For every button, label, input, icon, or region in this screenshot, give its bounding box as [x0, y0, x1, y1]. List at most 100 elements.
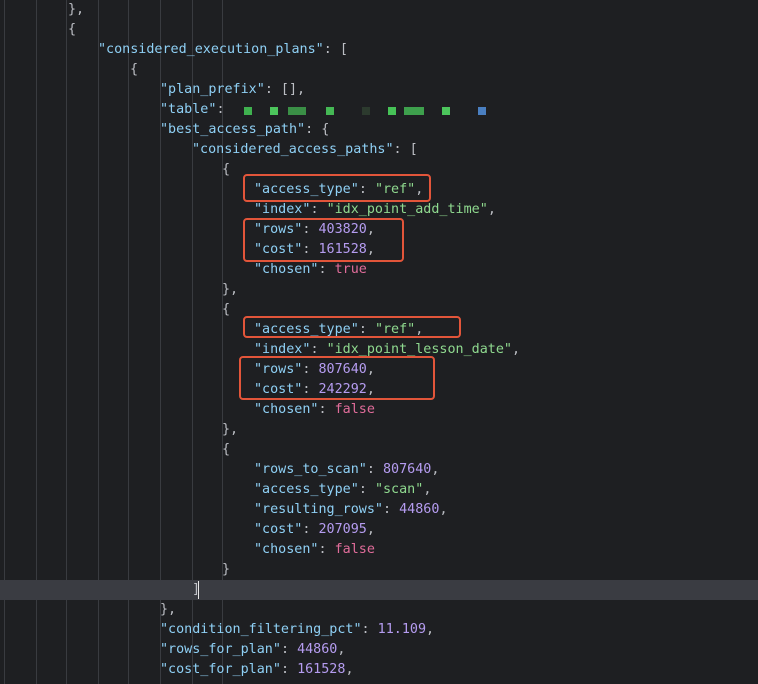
code-token: "index" — [254, 202, 311, 217]
code-token: : — [318, 262, 335, 277]
code-token: : — [361, 622, 378, 637]
code-token: , — [512, 342, 521, 357]
code-line[interactable]: "considered_access_paths": [ — [0, 140, 758, 160]
code-token: }, — [222, 422, 239, 437]
code-token: "chosen" — [254, 402, 319, 417]
code-token: false — [334, 542, 375, 557]
code-token: "index" — [254, 342, 311, 357]
code-token: : — [383, 502, 400, 517]
code-line[interactable]: { — [0, 20, 758, 40]
code-token: : — [318, 402, 335, 417]
code-line[interactable]: }, — [0, 420, 758, 440]
code-token: : — [302, 522, 319, 537]
code-token: , — [345, 662, 354, 677]
code-token: "idx_point_add_time" — [326, 202, 488, 217]
code-line[interactable]: "plan_prefix": [], — [0, 80, 758, 100]
code-token: }, — [222, 282, 239, 297]
code-line[interactable]: { — [0, 440, 758, 460]
code-line[interactable]: }, — [0, 0, 758, 20]
redacted-value-block — [388, 107, 396, 115]
redacted-value-block — [404, 107, 424, 115]
code-token: "rows_to_scan" — [254, 462, 367, 477]
code-token: }, — [68, 2, 85, 17]
code-token: : — [310, 342, 327, 357]
code-token: , — [366, 522, 375, 537]
code-token: : — [216, 102, 225, 117]
code-token: , — [337, 642, 346, 657]
code-token: { — [222, 302, 231, 317]
redacted-value-block — [362, 107, 370, 115]
code-token: "plan_prefix" — [160, 82, 265, 97]
code-token: { — [68, 22, 77, 37]
code-token: "rows_for_plan" — [160, 642, 281, 657]
code-token: "cost" — [254, 522, 303, 537]
redacted-value-block — [270, 107, 278, 115]
code-token: { — [130, 62, 139, 77]
code-token: : [ — [393, 142, 418, 157]
code-token: : { — [305, 122, 330, 137]
code-line[interactable]: "chosen": false — [0, 400, 758, 420]
code-token: : — [310, 202, 327, 217]
redacted-value-block — [442, 107, 450, 115]
text-cursor — [198, 581, 199, 599]
highlight-box-rows-cost-1 — [243, 218, 404, 262]
code-line[interactable]: "rows_to_scan": 807640, — [0, 460, 758, 480]
code-token: 161528 — [297, 662, 346, 677]
code-token: 11.109 — [377, 622, 427, 637]
code-token: , — [431, 462, 440, 477]
code-token: : — [280, 642, 298, 657]
code-token: , — [439, 502, 448, 517]
code-line[interactable]: "considered_execution_plans": [ — [0, 40, 758, 60]
code-token: : — [280, 662, 298, 677]
code-line[interactable]: } — [0, 560, 758, 580]
code-token: "considered_execution_plans" — [98, 42, 324, 57]
code-token: "scan" — [374, 482, 424, 497]
highlight-box-access-type-2 — [243, 316, 461, 338]
code-token: }, — [160, 602, 177, 617]
code-token: 807640 — [383, 462, 432, 477]
code-token: : — [318, 542, 335, 557]
code-editor[interactable]: },{"considered_execution_plans": [{"plan… — [0, 0, 758, 684]
code-line-current[interactable]: ] — [0, 580, 758, 600]
code-token: } — [222, 562, 231, 577]
code-token: 207095 — [318, 522, 367, 537]
code-line[interactable]: { — [0, 60, 758, 80]
code-line[interactable]: "cost": 207095, — [0, 520, 758, 540]
code-token: { — [222, 442, 231, 457]
code-line[interactable]: "cost_for_plan": 161528, — [0, 660, 758, 680]
code-line[interactable]: "resulting_rows": 44860, — [0, 500, 758, 520]
code-token: , — [423, 482, 432, 497]
code-token: "resulting_rows" — [254, 502, 383, 517]
code-line[interactable]: "condition_filtering_pct": 11.109, — [0, 620, 758, 640]
redacted-value-block — [244, 107, 252, 115]
code-token: : [], — [264, 82, 306, 97]
code-token: : [ — [323, 42, 348, 57]
code-token: 44860 — [297, 642, 338, 657]
code-token: "table" — [160, 102, 217, 117]
redacted-value-block — [326, 107, 334, 115]
code-token: : — [358, 482, 375, 497]
code-token: "chosen" — [254, 542, 319, 557]
code-token: 44860 — [399, 502, 440, 517]
code-token: "condition_filtering_pct" — [160, 622, 362, 637]
highlight-box-rows-cost-2 — [239, 356, 435, 400]
code-line[interactable]: "table": — [0, 100, 758, 120]
code-line[interactable]: "rows_for_plan": 44860, — [0, 640, 758, 660]
code-line[interactable]: "index": "idx_point_add_time", — [0, 200, 758, 220]
code-token: "cost_for_plan" — [160, 662, 281, 677]
code-token: "best_access_path" — [160, 122, 306, 137]
code-line[interactable]: "access_type": "scan", — [0, 480, 758, 500]
redacted-value-block — [288, 107, 306, 115]
code-token: { — [222, 162, 231, 177]
code-line[interactable]: "chosen": true — [0, 260, 758, 280]
code-token: true — [334, 262, 367, 277]
code-line[interactable]: }, — [0, 600, 758, 620]
redacted-value-block — [478, 107, 486, 115]
code-token: "idx_point_lesson_date" — [326, 342, 512, 357]
code-token: , — [487, 202, 496, 217]
code-line[interactable]: "chosen": false — [0, 540, 758, 560]
code-token: : — [366, 462, 383, 477]
code-line[interactable]: "best_access_path": { — [0, 120, 758, 140]
code-token: , — [426, 622, 435, 637]
code-line[interactable]: }, — [0, 280, 758, 300]
